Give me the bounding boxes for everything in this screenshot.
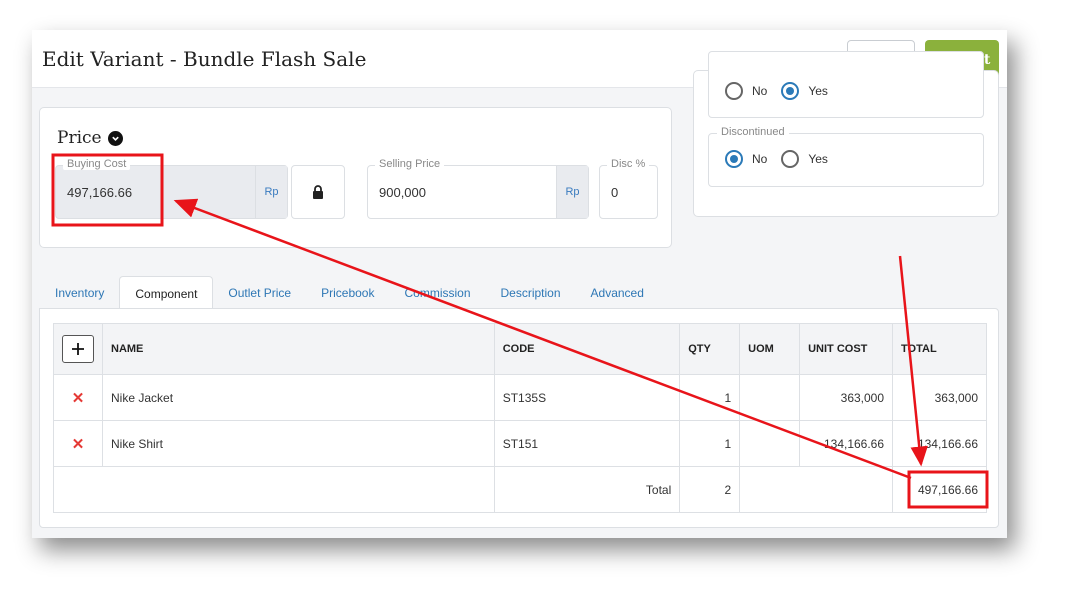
table-row: ✕ Nike Jacket ST135S 1 363,000 363,000 [53, 374, 987, 421]
row-uom [739, 374, 801, 421]
row-uom [739, 420, 801, 467]
row-name: Nike Jacket [102, 374, 495, 421]
row-unit-cost: 363,000 [799, 374, 894, 421]
row-qty[interactable]: 1 [679, 374, 741, 421]
row-total: 134,166.66 [892, 420, 987, 467]
selling-price-currency: Rp [556, 166, 588, 218]
radio-yes[interactable] [781, 82, 800, 100]
discontinued-label: Discontinued [717, 126, 789, 138]
row-code: ST135S [493, 374, 681, 421]
row-code: ST151 [493, 420, 681, 467]
add-component-button[interactable] [62, 335, 94, 363]
delete-row-icon[interactable]: ✕ [72, 390, 85, 407]
delete-row-icon[interactable]: ✕ [72, 436, 85, 453]
discount-value[interactable]: 0 [611, 185, 618, 200]
lock-button[interactable] [291, 165, 345, 219]
discontinued-option-box: Discontinued No Yes [708, 126, 984, 187]
col-unit-cost: UNIT COST [799, 323, 894, 375]
selling-price-field[interactable]: Selling Price 900,000 Rp [367, 158, 589, 219]
col-name: NAME [102, 323, 495, 375]
discontinued-radio-yes[interactable] [781, 150, 800, 168]
price-section-header[interactable]: Price [57, 128, 123, 148]
discontinued-no-label: No [752, 152, 768, 166]
yes-no-option-box: No Yes [708, 51, 984, 118]
table-row: ✕ Nike Shirt ST151 1 134,166.66 134,166.… [53, 420, 987, 467]
component-panel: NAME CODE QTY UOM UNIT COST TOTAL ✕ Nike… [39, 308, 999, 528]
radio-no-label: No [752, 84, 768, 98]
yes-no-radio-group: No Yes [725, 82, 842, 100]
tab-advanced[interactable]: Advanced [576, 276, 659, 309]
row-name: Nike Shirt [102, 420, 495, 467]
tab-outlet-price[interactable]: Outlet Price [213, 276, 306, 309]
table-total-row: Total 2 497,166.66 [53, 466, 987, 513]
discontinued-yes-label: Yes [808, 152, 828, 166]
row-qty[interactable]: 1 [679, 420, 741, 467]
price-card: Price Buying Cost 497,166.66 Rp Selling … [39, 107, 672, 248]
add-cell [53, 323, 103, 375]
options-card: No Yes Discontinued No Yes [693, 51, 999, 217]
total-spacer-2 [739, 466, 894, 513]
radio-yes-label: Yes [808, 84, 828, 98]
variant-tabs: Inventory Component Outlet Price Pricebo… [40, 276, 659, 309]
row-unit-cost: 134,166.66 [799, 420, 894, 467]
total-spacer [53, 466, 495, 513]
lock-icon [313, 185, 323, 199]
buying-cost-currency: Rp [255, 166, 287, 218]
selling-price-label: Selling Price [375, 158, 445, 170]
buying-cost-label: Buying Cost [63, 158, 131, 170]
row-total: 363,000 [892, 374, 987, 421]
edit-variant-window: Edit Variant - Bundle Flash Sale Cancel … [32, 30, 1007, 538]
tab-description[interactable]: Description [486, 276, 576, 309]
tab-component[interactable]: Component [119, 276, 214, 309]
col-uom: UOM [739, 323, 801, 375]
grand-total: 497,166.66 [892, 466, 987, 513]
delete-cell: ✕ [53, 420, 103, 467]
tab-inventory[interactable]: Inventory [40, 276, 119, 309]
tab-commission[interactable]: Commission [389, 276, 485, 309]
col-qty: QTY [679, 323, 741, 375]
delete-cell: ✕ [53, 374, 103, 421]
discount-label: Disc % [607, 158, 650, 170]
discontinued-radio-group: No Yes [725, 150, 842, 168]
total-qty: 2 [679, 466, 741, 513]
buying-cost-value: 497,166.66 [67, 185, 133, 200]
component-table: NAME CODE QTY UOM UNIT COST TOTAL ✕ Nike… [53, 323, 987, 513]
chevron-down-icon[interactable] [107, 130, 123, 146]
discontinued-radio-no[interactable] [725, 150, 743, 168]
price-title: Price [57, 128, 102, 148]
col-code: CODE [493, 323, 681, 375]
total-label: Total [493, 466, 681, 513]
discount-field[interactable]: Disc % 0 [599, 158, 658, 219]
page-title: Edit Variant - Bundle Flash Sale [42, 47, 367, 71]
selling-price-value[interactable]: 900,000 [379, 185, 426, 200]
buying-cost-field: Buying Cost 497,166.66 Rp [55, 158, 288, 219]
plus-icon [72, 343, 84, 355]
tab-pricebook[interactable]: Pricebook [306, 276, 389, 309]
radio-no[interactable] [725, 82, 743, 100]
table-header-row: NAME CODE QTY UOM UNIT COST TOTAL [53, 323, 987, 375]
col-total: TOTAL [892, 323, 987, 375]
